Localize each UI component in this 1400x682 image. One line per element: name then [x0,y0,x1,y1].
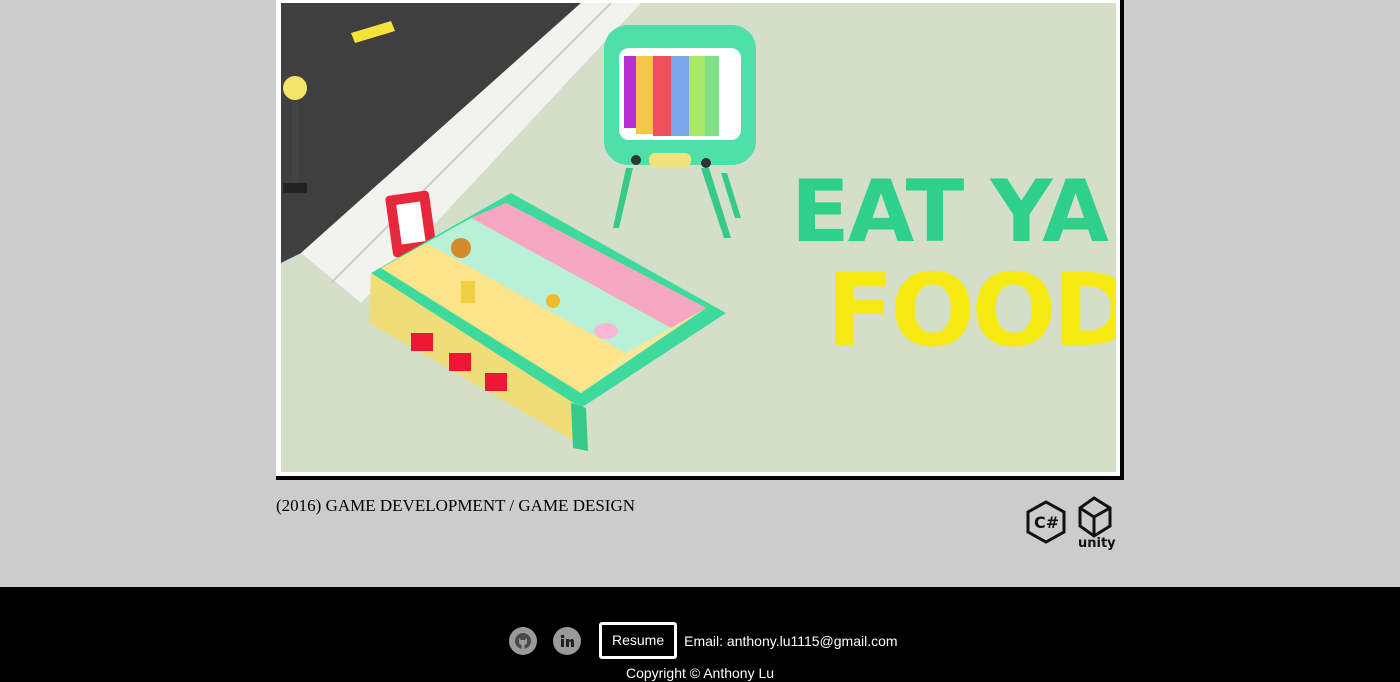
tv-illustration [604,25,756,238]
unity-icon: unity [1078,496,1116,550]
footer-links: Resume Email: anthony.lu1115@gmail.com [509,622,898,659]
svg-text:C#: C# [1034,513,1059,532]
project-image[interactable]: EAT YA FOOD [281,3,1116,472]
csharp-icon: C# [1026,500,1066,544]
resume-button[interactable]: Resume [599,622,678,659]
linkedin-icon[interactable] [553,626,581,655]
svg-text:EAT YA: EAT YA [791,162,1109,262]
tech-icons: C# unity [1024,496,1116,550]
github-icon[interactable] [509,626,537,655]
project-artwork: EAT YA FOOD [281,3,1116,451]
svg-text:FOOD: FOOD [826,252,1116,369]
footer: Resume Email: anthony.lu1115@gmail.com C… [0,587,1400,682]
project-caption: (2016) GAME DEVELOPMENT / GAME DESIGN [276,496,636,515]
email-text: Email: anthony.lu1115@gmail.com [684,632,898,649]
project-card[interactable]: EAT YA FOOD [276,0,1124,480]
svg-text:unity: unity [1078,536,1116,550]
copyright-text: Copyright © Anthony Lu [625,665,775,681]
